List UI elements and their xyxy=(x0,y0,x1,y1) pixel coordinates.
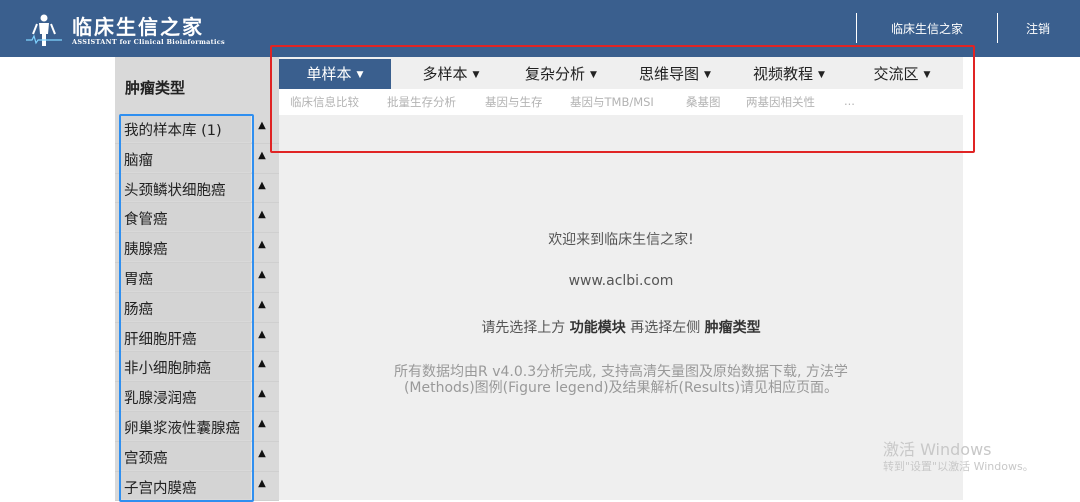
tumor-item-esophageal[interactable]: 食管癌 ▲ xyxy=(115,203,279,234)
tab-video-tutorials[interactable]: 视频教程 ▼ xyxy=(739,59,839,89)
dropdown-arrow-icon: ▼ xyxy=(818,70,825,80)
subtab-clinical-compare[interactable]: 临床信息比较 xyxy=(290,94,359,110)
brand-subtitle: ASSISTANT for Clinical Bioinformatics xyxy=(72,38,225,46)
windows-watermark-subtitle: 转到"设置"以激活 Windows。 xyxy=(883,460,1034,473)
tab-community[interactable]: 交流区 ▼ xyxy=(857,59,947,89)
tab-mind-map[interactable]: 思维导图 ▼ xyxy=(625,59,725,89)
analysis-note-line2: (Methods)图例(Figure legend)及结果解析(Results)… xyxy=(403,380,839,396)
tab-label: 复杂分析 xyxy=(525,65,586,83)
tumor-label: 子宫内膜癌 xyxy=(124,480,197,497)
tumor-item-hnsc[interactable]: 头颈鳞状细胞癌 ▲ xyxy=(115,173,279,204)
tab-label: 单样本 xyxy=(306,65,352,83)
expand-caret-icon[interactable]: ▲ xyxy=(255,209,269,220)
subtab-more[interactable]: ... xyxy=(844,94,855,108)
tumor-label: 脑瘤 xyxy=(124,152,153,169)
dropdown-arrow-icon: ▼ xyxy=(472,70,480,80)
tumor-item-nsclc[interactable]: 非小细胞肺癌 ▲ xyxy=(115,352,279,383)
sub-nav: 临床信息比较 批量生存分析 基因与生存 基因与TMB/MSI 桑基图 两基因相关… xyxy=(279,89,963,115)
expand-caret-icon[interactable]: ▲ xyxy=(255,180,269,191)
subtab-batch-survival[interactable]: 批量生存分析 xyxy=(387,94,456,110)
subtab-gene-tmb-msi[interactable]: 基因与TMB/MSI xyxy=(570,94,654,110)
welcome-heading: 欢迎来到临床生信之家! xyxy=(548,232,694,248)
dropdown-arrow-icon: ▼ xyxy=(590,70,597,80)
tab-label: 多样本 xyxy=(422,65,468,83)
tumor-label: 卵巢浆液性囊腺癌 xyxy=(124,420,240,437)
tumor-item-liver[interactable]: 肝细胞肝癌 ▲ xyxy=(115,322,279,353)
tumor-item-colorectal[interactable]: 肠癌 ▲ xyxy=(115,292,279,323)
tumor-item-cervical[interactable]: 宫颈癌 ▲ xyxy=(115,441,279,472)
expand-caret-icon[interactable]: ▲ xyxy=(255,239,269,250)
expand-caret-icon[interactable]: ▲ xyxy=(255,358,269,369)
instruction-tumor: 肿瘤类型 xyxy=(704,320,761,336)
tumor-label: 头颈鳞状细胞癌 xyxy=(124,182,226,199)
expand-caret-icon[interactable]: ▲ xyxy=(255,269,269,280)
tumor-item-gastric[interactable]: 胃癌 ▲ xyxy=(115,262,279,293)
subtab-gene-survival[interactable]: 基因与生存 xyxy=(485,94,543,110)
top-header: 临床生信之家 ASSISTANT for Clinical Bioinforma… xyxy=(0,0,1080,57)
tumor-item-my-library[interactable]: 我的样本库 (1) ▲ xyxy=(115,114,279,144)
main-panel: 单样本 ▼ 多样本 ▼ 复杂分析 ▼ 思维导图 ▼ 视频教程 ▼ 交流区 ▼ 临床信息比较 … xyxy=(279,57,963,500)
header-divider xyxy=(997,13,998,43)
tumor-label: 胰腺癌 xyxy=(124,242,168,259)
tumor-item-brain[interactable]: 脑瘤 ▲ xyxy=(115,143,279,174)
expand-caret-icon[interactable]: ▲ xyxy=(255,418,269,429)
tumor-label: 宫颈癌 xyxy=(124,450,168,467)
brand-title: 临床生信之家 xyxy=(72,15,204,39)
dropdown-arrow-icon: ▼ xyxy=(356,70,364,80)
tab-label: 思维导图 xyxy=(639,65,700,83)
logout-link[interactable]: 注销 xyxy=(1026,20,1050,37)
expand-caret-icon[interactable]: ▲ xyxy=(255,299,269,310)
header-divider xyxy=(856,13,857,43)
dropdown-arrow-icon: ▼ xyxy=(923,70,931,80)
expand-caret-icon[interactable]: ▲ xyxy=(255,448,269,459)
tab-label: 视频教程 xyxy=(753,65,814,83)
expand-caret-icon[interactable]: ▲ xyxy=(255,120,269,131)
tab-single-sample[interactable]: 单样本 ▼ xyxy=(279,59,391,89)
windows-watermark-title: 激活 Windows xyxy=(883,440,992,459)
expand-caret-icon[interactable]: ▲ xyxy=(255,329,269,340)
tumor-list: 我的样本库 (1) ▲ 脑瘤 ▲ 头颈鳞状细胞癌 ▲ 食管癌 ▲ 胰腺癌 ▲ 胃癌 ▲ 肠癌… xyxy=(115,114,279,502)
subtab-gene-correlation[interactable]: 两基因相关性 xyxy=(746,94,815,110)
tumor-sidebar: 肿瘤类型 我的样本库 (1) ▲ 脑瘤 ▲ 头颈鳞状细胞癌 ▲ 食管癌 ▲ 胰腺癌 ▲ 胃… xyxy=(115,57,279,502)
expand-caret-icon[interactable]: ▲ xyxy=(255,478,269,489)
tumor-item-endometrial[interactable]: 子宫内膜癌 ▲ xyxy=(115,471,279,502)
site-url: www.aclbi.com xyxy=(568,273,674,289)
tab-complex-analysis[interactable]: 复杂分析 ▼ xyxy=(511,59,611,89)
analysis-note: 所有数据均由R v4.0.3分析完成, 支持高清矢量图及原始数据下载, 方法学(… xyxy=(279,364,963,396)
sidebar-title: 肿瘤类型 xyxy=(125,79,186,97)
tumor-item-pancreatic[interactable]: 胰腺癌 ▲ xyxy=(115,233,279,263)
tumor-item-ovarian[interactable]: 卵巢浆液性囊腺癌 ▲ xyxy=(115,411,279,442)
dropdown-arrow-icon: ▼ xyxy=(704,70,711,80)
tab-multi-sample[interactable]: 多样本 ▼ xyxy=(401,59,501,89)
analysis-note-line1: 所有数据均由R v4.0.3分析完成, 支持高清矢量图及原始数据下载, 方法学 xyxy=(394,364,848,380)
tumor-label: 食管癌 xyxy=(124,212,168,229)
tumor-label: 肠癌 xyxy=(124,301,153,318)
tumor-label: 我的样本库 (1) xyxy=(124,123,222,139)
tumor-label: 肝细胞肝癌 xyxy=(124,331,197,348)
home-link[interactable]: 临床生信之家 xyxy=(891,20,963,37)
instruction-text: 请先选择上方 功能模块 再选择左侧 肿瘤类型 xyxy=(279,317,963,337)
expand-caret-icon[interactable]: ▲ xyxy=(255,150,269,161)
module-nav: 单样本 ▼ 多样本 ▼ 复杂分析 ▼ 思维导图 ▼ 视频教程 ▼ 交流区 ▼ xyxy=(279,59,963,89)
tumor-label: 胃癌 xyxy=(124,271,153,288)
tumor-item-breast[interactable]: 乳腺浸润癌 ▲ xyxy=(115,382,279,412)
tab-label: 交流区 xyxy=(873,65,919,83)
tumor-label: 非小细胞肺癌 xyxy=(124,361,211,378)
subtab-sankey[interactable]: 桑基图 xyxy=(686,94,721,110)
instruction-module: 功能模块 xyxy=(569,320,626,336)
instruction-mid: 再选择左侧 xyxy=(625,320,705,336)
instruction-prefix: 请先选择上方 xyxy=(481,320,570,336)
tumor-label: 乳腺浸润癌 xyxy=(124,391,197,408)
logo-icon xyxy=(24,12,64,48)
expand-caret-icon[interactable]: ▲ xyxy=(255,388,269,399)
